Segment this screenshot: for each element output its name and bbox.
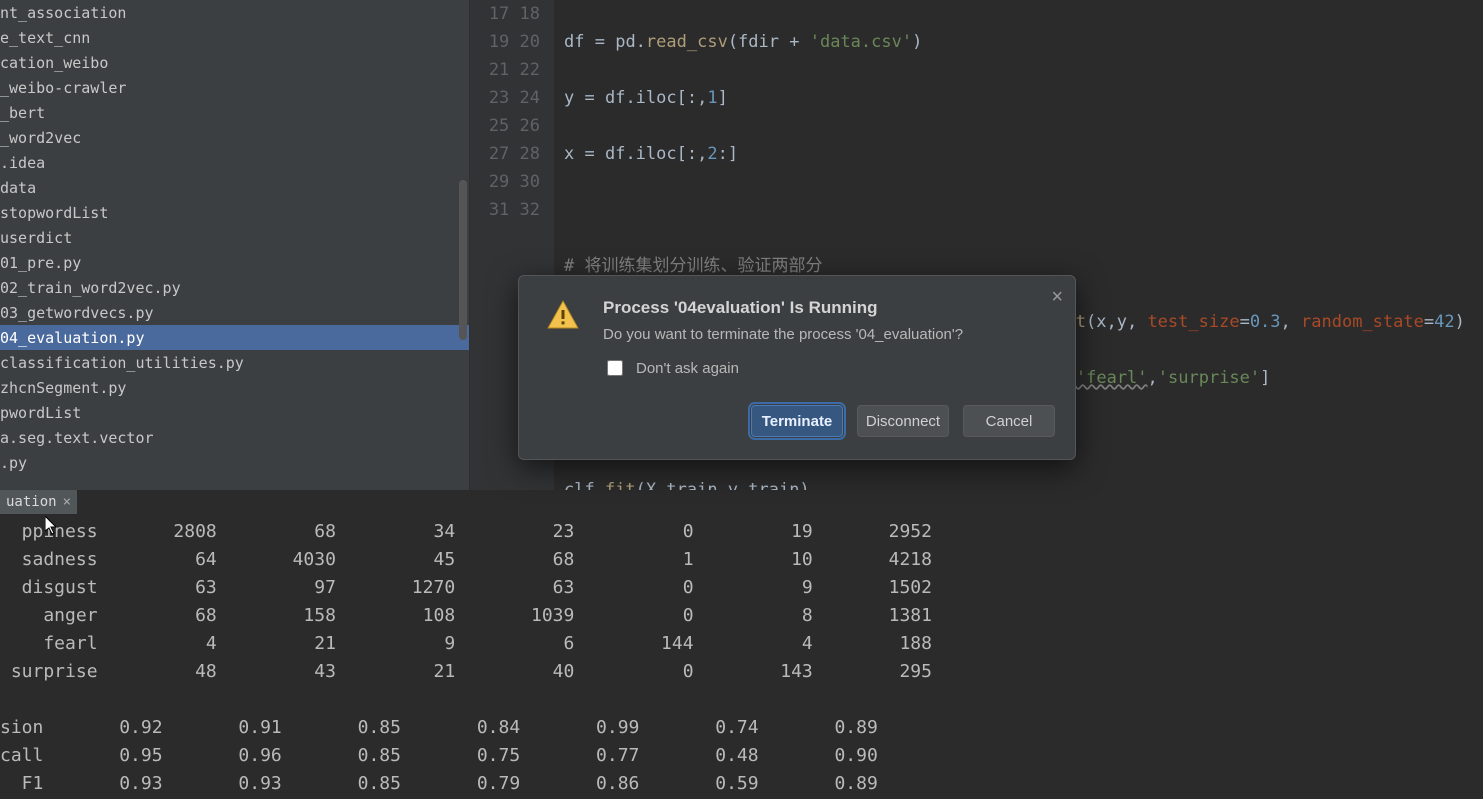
tree-item[interactable]: stopwordList: [0, 200, 469, 225]
dont-ask-again-checkbox[interactable]: Don't ask again: [603, 357, 1055, 379]
tree-item[interactable]: data: [0, 175, 469, 200]
close-icon[interactable]: ×: [63, 494, 71, 510]
run-output[interactable]: ppiness 2808 68 34 23 0 19 2952 sadness …: [0, 514, 1483, 799]
tree-item[interactable]: _word2vec: [0, 125, 469, 150]
dont-ask-again-input[interactable]: [607, 360, 623, 376]
tree-scrollbar-thumb[interactable]: [459, 180, 467, 340]
terminate-process-dialog: × Process '04evaluation' Is Running Do y…: [518, 275, 1076, 460]
run-tool-window[interactable]: uation × ppiness 2808 68 34 23 0 19 2952…: [0, 490, 1483, 799]
warning-icon: [545, 298, 581, 334]
tree-item[interactable]: cation_weibo: [0, 50, 469, 75]
tree-item[interactable]: classification_utilities.py: [0, 350, 469, 375]
dont-ask-again-label: Don't ask again: [636, 360, 739, 377]
project-tree[interactable]: nt_associatione_text_cnncation_weibo_wei…: [0, 0, 470, 490]
run-tab[interactable]: uation ×: [0, 490, 77, 514]
tree-item[interactable]: a.seg.text.vector: [0, 425, 469, 450]
tree-item[interactable]: .idea: [0, 150, 469, 175]
tree-item[interactable]: 03_getwordvecs.py: [0, 300, 469, 325]
cancel-button[interactable]: Cancel: [963, 405, 1055, 437]
tree-item[interactable]: 04_evaluation.py: [0, 325, 469, 350]
code-line[interactable]: x = df.iloc[:,2:]: [564, 140, 1483, 168]
code-line[interactable]: df = pd.read_csv(fdir + 'data.csv'): [564, 28, 1483, 56]
code-line[interactable]: clf.fit(X_train,y_train): [564, 476, 1483, 490]
tree-item[interactable]: pwordList: [0, 400, 469, 425]
run-tab-label: uation: [6, 494, 57, 510]
dialog-message: Do you want to terminate the process '04…: [603, 326, 1055, 343]
tree-item[interactable]: .py: [0, 450, 469, 475]
tree-item[interactable]: e_text_cnn: [0, 25, 469, 50]
tree-item[interactable]: userdict: [0, 225, 469, 250]
dialog-title: Process '04evaluation' Is Running: [603, 298, 1055, 318]
tree-item[interactable]: _weibo-crawler: [0, 75, 469, 100]
disconnect-button[interactable]: Disconnect: [857, 405, 949, 437]
code-line[interactable]: y = df.iloc[:,1]: [564, 84, 1483, 112]
tree-item[interactable]: 01_pre.py: [0, 250, 469, 275]
ide-window: nt_associatione_text_cnncation_weibo_wei…: [0, 0, 1483, 799]
run-tab-bar: uation ×: [0, 490, 1483, 514]
close-icon[interactable]: ×: [1051, 286, 1063, 309]
code-line[interactable]: [564, 196, 1483, 224]
tree-item[interactable]: nt_association: [0, 0, 469, 25]
tree-scrollbar[interactable]: [459, 0, 467, 490]
tree-item[interactable]: 02_train_word2vec.py: [0, 275, 469, 300]
terminate-button[interactable]: Terminate: [751, 405, 843, 437]
tree-item[interactable]: _bert: [0, 100, 469, 125]
tree-item[interactable]: zhcnSegment.py: [0, 375, 469, 400]
